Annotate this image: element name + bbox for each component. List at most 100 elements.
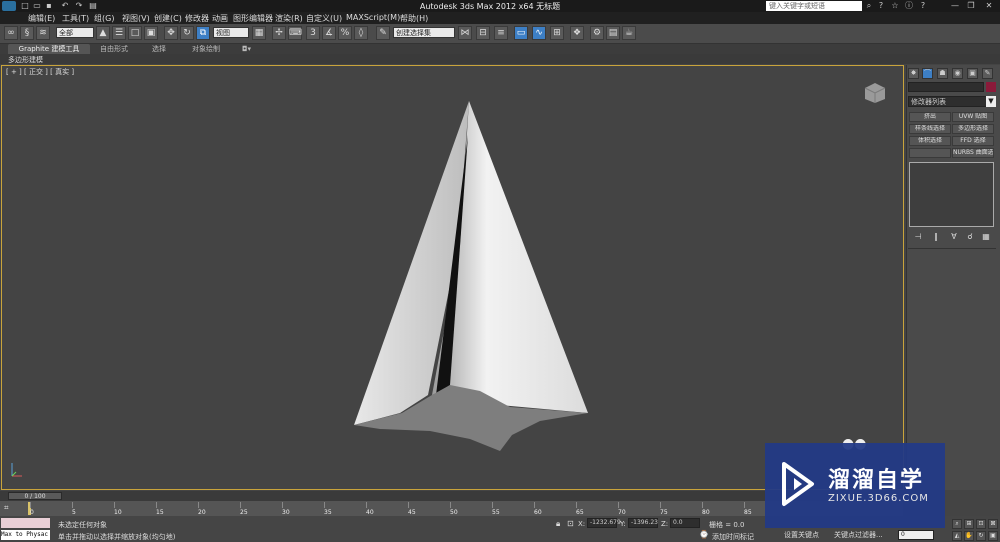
- render-setup-icon[interactable]: ⚙: [590, 26, 604, 40]
- viewport-label[interactable]: [ + ] [ 正交 ] [ 真实 ]: [6, 67, 74, 77]
- spline-select-button[interactable]: 样条线选择: [909, 124, 951, 134]
- tab-object-paint[interactable]: 对象绘制: [192, 44, 220, 54]
- zoom-extents-all-icon[interactable]: ⊠: [988, 519, 998, 529]
- viewcube-icon[interactable]: [863, 82, 887, 104]
- zoom-extents-icon[interactable]: ⊡: [976, 519, 986, 529]
- info-icon[interactable]: ⓘ: [904, 1, 914, 11]
- uvw-map-button[interactable]: UVW 贴图: [952, 112, 994, 122]
- menu-customize[interactable]: 自定义(U): [306, 13, 342, 24]
- select-by-name-icon[interactable]: ☰: [112, 26, 126, 40]
- menu-edit[interactable]: 编辑(E): [28, 13, 55, 24]
- hierarchy-tab-icon[interactable]: ☗: [937, 68, 948, 79]
- nurbs-surface-select-button[interactable]: NURBS 曲面选择: [952, 148, 994, 158]
- display-tab-icon[interactable]: ▣: [967, 68, 978, 79]
- schematic-view-icon[interactable]: ⊞: [550, 26, 564, 40]
- zoom-all-icon[interactable]: ⊞: [964, 519, 974, 529]
- chevron-down-icon[interactable]: ▼: [986, 96, 996, 107]
- move-icon[interactable]: ✥: [164, 26, 178, 40]
- tab-graphite-modeling[interactable]: Graphite 建模工具: [8, 44, 90, 54]
- graphite-toggle-icon[interactable]: ▭: [514, 26, 528, 40]
- pan-icon[interactable]: ✋: [964, 531, 974, 541]
- search-input[interactable]: 键入关键字或短语: [766, 1, 862, 11]
- polygon-modeling-label[interactable]: 多边形建模: [8, 55, 43, 65]
- redo-icon[interactable]: ↷: [74, 1, 84, 11]
- y-coordinate-field[interactable]: -1396.23: [628, 518, 658, 528]
- current-frame-field[interactable]: 0: [898, 530, 934, 540]
- zoom-icon[interactable]: ⌕: [952, 519, 962, 529]
- new-file-icon[interactable]: □: [20, 1, 30, 11]
- menu-animation[interactable]: 动画: [212, 13, 228, 24]
- rotate-icon[interactable]: ↻: [180, 26, 194, 40]
- spinner-snap-icon[interactable]: ◊: [354, 26, 368, 40]
- curve-editor-icon[interactable]: ∿: [532, 26, 546, 40]
- utilities-tab-icon[interactable]: ✎: [982, 68, 993, 79]
- show-end-result-icon[interactable]: ‖: [930, 232, 942, 242]
- rectangular-selection-icon[interactable]: □: [128, 26, 142, 40]
- maxscript-output-field[interactable]: Max to Physac (: [1, 530, 50, 540]
- render-teapot-icon[interactable]: ☕: [622, 26, 636, 40]
- mirror-icon[interactable]: ⋈: [458, 26, 472, 40]
- app-logo-icon[interactable]: [2, 1, 16, 11]
- rendered-frame-icon[interactable]: ▤: [606, 26, 620, 40]
- pin-stack-icon[interactable]: ⊣: [912, 232, 924, 242]
- modifier-stack[interactable]: [909, 162, 994, 227]
- reference-coordinate-dropdown[interactable]: 视图: [213, 27, 249, 38]
- time-slider[interactable]: 0 / 100: [8, 492, 62, 500]
- percent-snap-icon[interactable]: %: [338, 26, 352, 40]
- ribbon-options-icon[interactable]: ◘▾: [242, 44, 251, 54]
- select-manipulate-icon[interactable]: ✢: [272, 26, 286, 40]
- keyboard-shortcut-icon[interactable]: ⌨: [288, 26, 302, 40]
- volume-select-button[interactable]: 体积选择: [909, 136, 951, 146]
- close-icon[interactable]: ✕: [984, 1, 994, 11]
- star-icon[interactable]: ☆: [890, 1, 900, 11]
- key-filters-button[interactable]: 关键点过滤器...: [834, 530, 883, 540]
- layer-manager-icon[interactable]: ≡: [494, 26, 508, 40]
- make-unique-icon[interactable]: ∀: [948, 232, 960, 242]
- minimize-icon[interactable]: —: [950, 1, 960, 11]
- modify-tab-icon[interactable]: ⌒: [922, 68, 933, 79]
- modifier-list-dropdown[interactable]: 修改器列表: [908, 96, 994, 107]
- save-file-icon[interactable]: ▪: [44, 1, 54, 11]
- ffd-select-button[interactable]: FFD 选择: [952, 136, 994, 146]
- empty-modifier-button[interactable]: [909, 148, 951, 158]
- named-selection-dropdown[interactable]: 创建选择集: [393, 27, 455, 38]
- link-icon[interactable]: ∞: [4, 26, 18, 40]
- orbit-icon[interactable]: ↻: [976, 531, 986, 541]
- select-object-icon[interactable]: ▲: [96, 26, 110, 40]
- menu-views[interactable]: 视图(V): [122, 13, 150, 24]
- maxscript-listener-field[interactable]: [1, 518, 50, 528]
- pyramid-model[interactable]: [340, 95, 600, 455]
- open-file-icon[interactable]: ▭: [32, 1, 42, 11]
- menu-rendering[interactable]: 渲染(R): [275, 13, 303, 24]
- menu-maxscript[interactable]: MAXScript(M): [346, 13, 400, 22]
- help-icon[interactable]: ?: [876, 1, 886, 11]
- add-time-tag[interactable]: 添加时间标记: [712, 532, 754, 542]
- material-editor-icon[interactable]: ❖: [570, 26, 584, 40]
- lock-icon[interactable]: 🔒︎: [556, 519, 560, 529]
- undo-icon[interactable]: ↶: [60, 1, 70, 11]
- x-coordinate-field[interactable]: -1232.679: [587, 518, 621, 528]
- unlink-icon[interactable]: §: [20, 26, 34, 40]
- object-color-swatch[interactable]: [986, 82, 996, 92]
- z-coordinate-field[interactable]: 0.0: [670, 518, 700, 528]
- align-icon[interactable]: ⊟: [476, 26, 490, 40]
- menu-create[interactable]: 创建(C): [154, 13, 182, 24]
- selection-filter-dropdown[interactable]: 全部: [56, 27, 94, 38]
- maximize-viewport-icon[interactable]: ▣: [988, 531, 998, 541]
- edit-named-selection-icon[interactable]: ✎: [376, 26, 390, 40]
- absolute-mode-icon[interactable]: ⊡: [567, 519, 574, 528]
- motion-tab-icon[interactable]: ◉: [952, 68, 963, 79]
- bind-space-warp-icon[interactable]: ≋: [36, 26, 50, 40]
- time-tag-icon[interactable]: ⌚: [699, 530, 709, 539]
- search-icon[interactable]: ⌕: [864, 1, 874, 11]
- tab-selection[interactable]: 选择: [152, 44, 166, 54]
- menu-group[interactable]: 组(G): [94, 13, 114, 24]
- restore-icon[interactable]: ❐: [966, 1, 976, 11]
- pivot-center-icon[interactable]: ▦: [252, 26, 266, 40]
- menu-graph-editors[interactable]: 图形编辑器: [233, 13, 273, 24]
- configure-modifier-sets-icon[interactable]: ▦: [980, 232, 992, 242]
- mini-curve-editor-icon[interactable]: ⌗: [4, 503, 16, 514]
- menu-help[interactable]: 帮助(H): [400, 13, 428, 24]
- remove-modifier-icon[interactable]: ☌: [964, 232, 976, 242]
- field-of-view-icon[interactable]: ◭: [952, 531, 962, 541]
